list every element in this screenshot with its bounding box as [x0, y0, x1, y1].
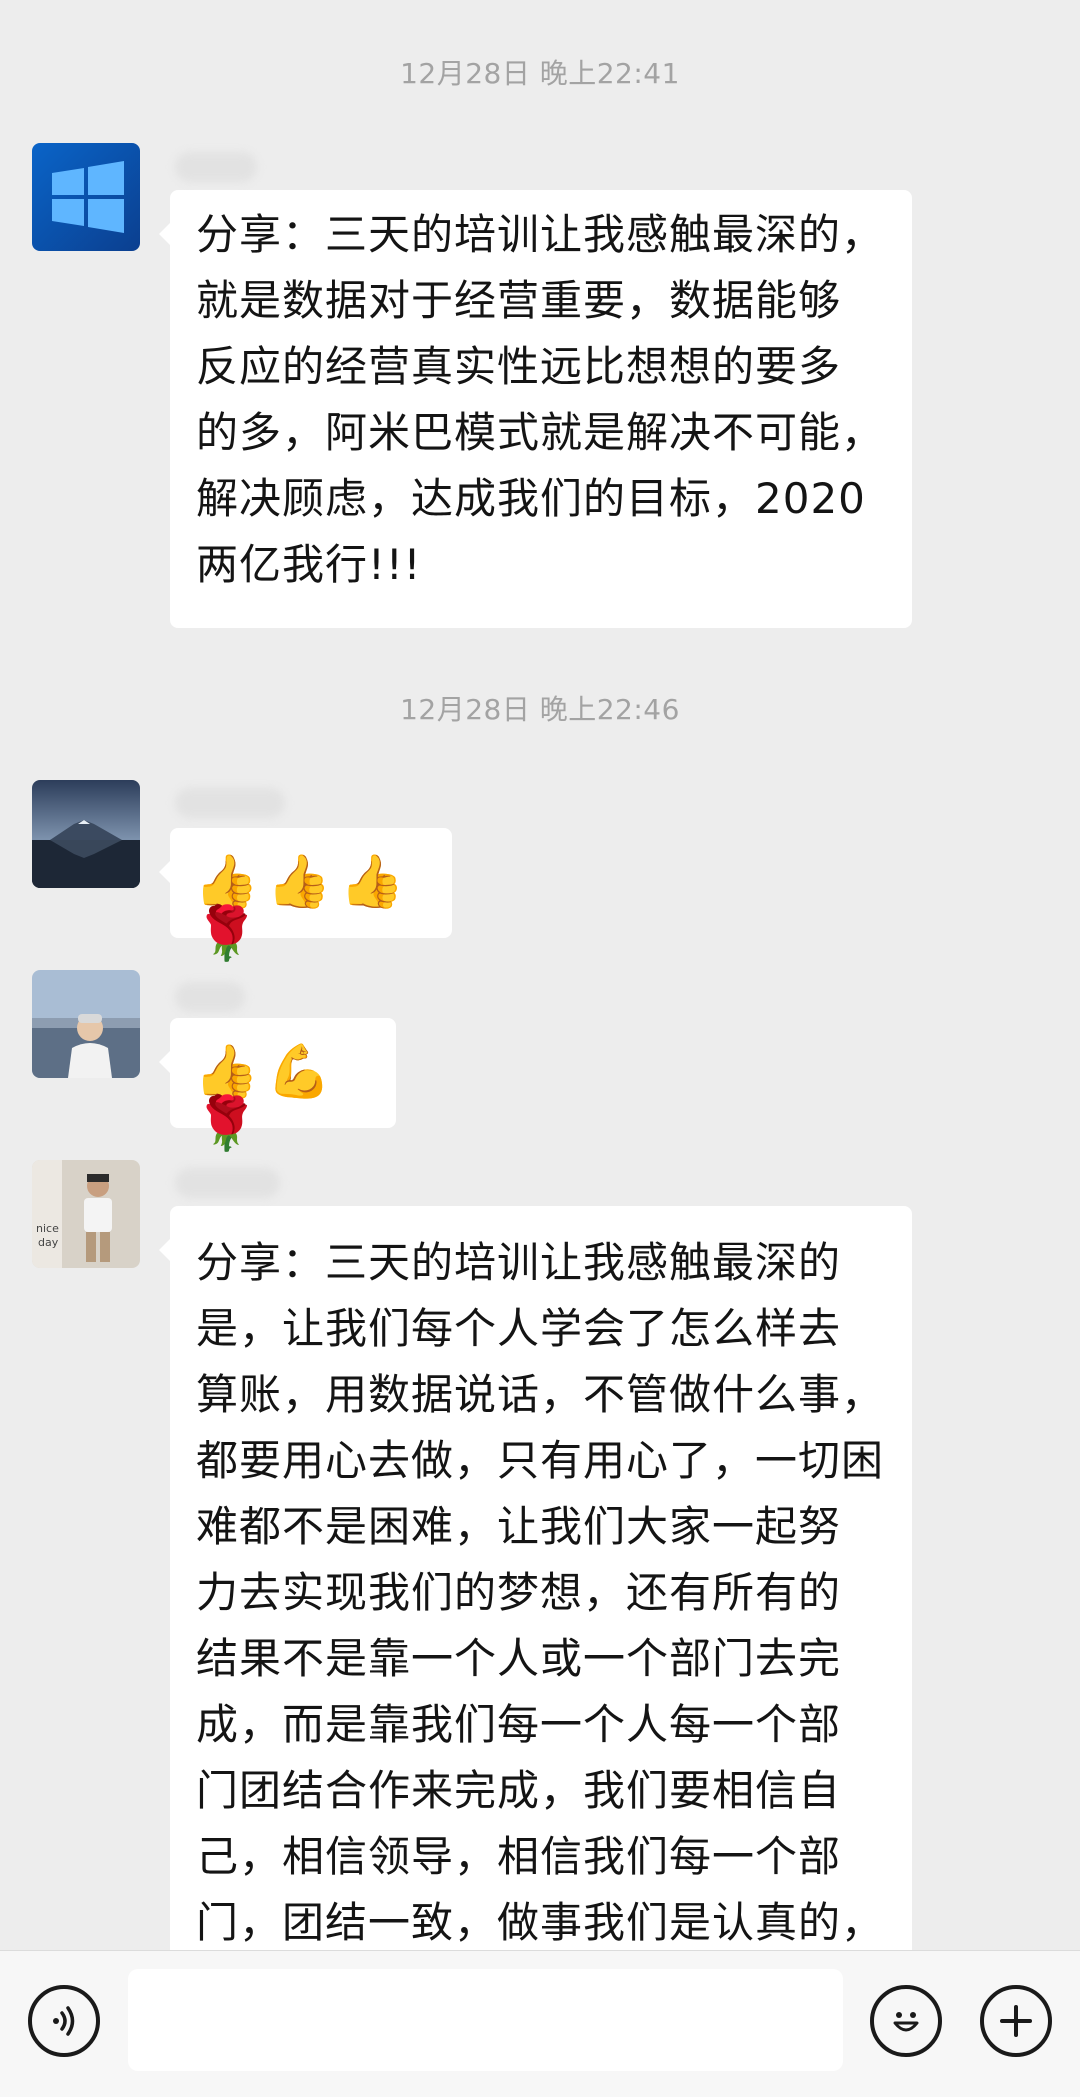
thumbs-up-icon: 👍: [194, 1042, 259, 1102]
message-timestamp: 12月28日 晚上22:46: [400, 693, 680, 726]
flexed-biceps-icon: 💪: [266, 1042, 332, 1102]
svg-text:nice: nice: [36, 1222, 59, 1235]
avatar-windows[interactable]: [32, 143, 140, 251]
message-bubble[interactable]: 分享：三天的培训让我感触最深的 是，让我们每个人学会了怎么样去 算账，用数据说话…: [159, 1206, 912, 2006]
plus-icon: [1000, 2005, 1032, 2037]
message-input[interactable]: [128, 1969, 843, 2071]
avatar-person-seaside[interactable]: [32, 970, 140, 1078]
svg-text:day: day: [38, 1236, 59, 1249]
thumbs-up-icon: 👍: [266, 852, 332, 912]
voice-button[interactable]: [28, 1985, 100, 2057]
message-bubble[interactable]: 👍 👍 👍🌹: [159, 828, 452, 960]
message-bubble[interactable]: 👍 💪🌹: [159, 1018, 396, 1150]
smiley-icon: [893, 2012, 919, 2032]
thumbs-up-icon: 👍: [339, 852, 405, 912]
thumbs-up-icon: 👍: [194, 852, 259, 912]
message-text: 分享：三天的培训让我感触最深的， 就是数据对于经营重要，数据能够 反应的经营真实…: [196, 210, 885, 589]
emoji-message: 👍 👍 👍🌹: [170, 828, 452, 984]
message-text: 分享：三天的培训让我感触最深的 是，让我们每个人学会了怎么样去 算账，用数据说话…: [196, 1238, 885, 1947]
emoji-message: 👍 💪🌹: [170, 1018, 396, 1174]
message-bubble[interactable]: 分享：三天的培训让我感触最深的， 就是数据对于经营重要，数据能够 反应的经营真实…: [159, 190, 912, 628]
avatar-mountain-lake[interactable]: [32, 780, 140, 888]
input-bar: [0, 1950, 1080, 2097]
add-button[interactable]: [980, 1985, 1052, 2057]
sender-name-blurred: [175, 1168, 280, 1198]
message-timestamp: 12月28日 晚上22:41: [400, 57, 680, 90]
voice-icon: [53, 2006, 75, 2036]
avatar-person-standing[interactable]: nice day: [32, 1160, 140, 1268]
sender-name-blurred: [175, 788, 285, 818]
emoji-button[interactable]: [870, 1985, 942, 2057]
rose-icon: 🌹: [194, 1094, 259, 1154]
rose-icon: 🌹: [194, 904, 259, 964]
sender-name-blurred: [175, 152, 257, 182]
chat-area[interactable]: 12月28日 晚上22:41 分享：三天的培训让我感触最深的， 就是数据对于经营…: [0, 0, 1080, 2006]
sender-name-blurred: [175, 982, 245, 1012]
